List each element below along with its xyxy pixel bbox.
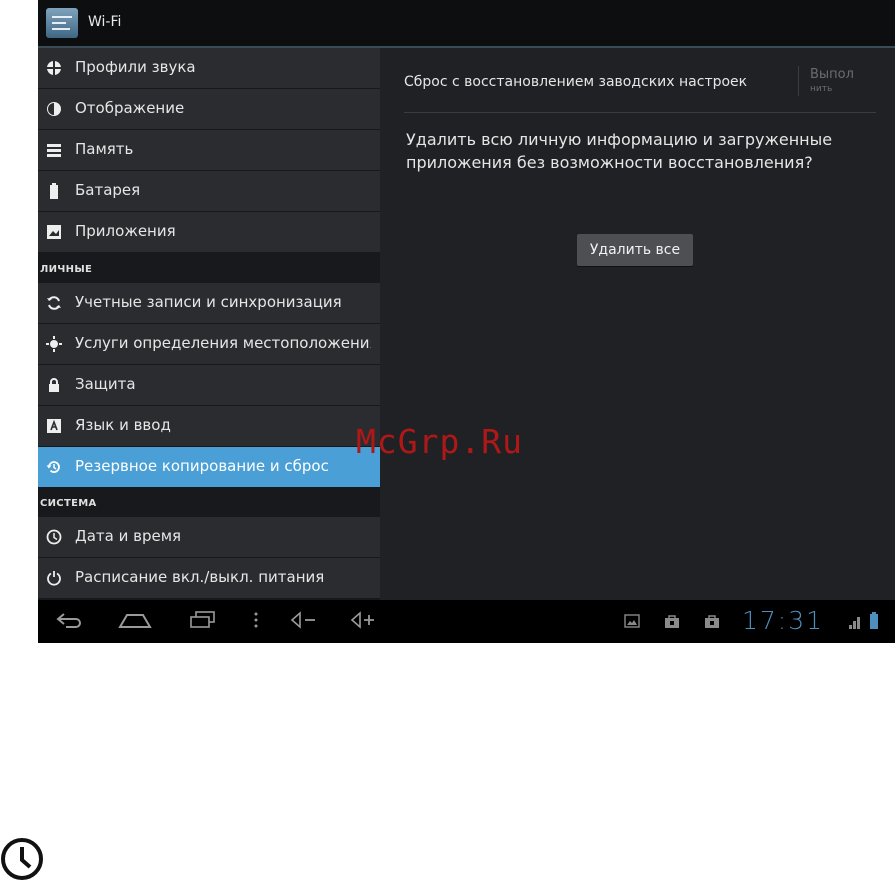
shop-notification-icon[interactable] (664, 613, 680, 629)
battery-icon (50, 183, 58, 199)
settings-item-backup-reset[interactable]: Резервное копирование и сброс (38, 447, 380, 488)
section-header-system: СИСТЕМА (40, 498, 97, 509)
action-bar-title: Wi-Fi (88, 14, 122, 30)
home-icon[interactable] (118, 610, 152, 630)
settings-item-apps[interactable]: Приложения (38, 212, 380, 253)
lock-icon (49, 378, 59, 392)
settings-item-battery[interactable]: Батарея (38, 171, 380, 212)
back-icon[interactable] (56, 610, 84, 630)
settings-item-label: Память (75, 140, 134, 158)
title-divider (404, 112, 876, 113)
action-divider (798, 66, 799, 96)
settings-item-accounts-sync[interactable]: Учетные записи и синхронизация (38, 283, 380, 324)
battery-status-icon (870, 612, 878, 629)
section-header-personal: ЛИЧНЫЕ (40, 264, 93, 275)
signal-icon (849, 617, 860, 629)
volume-up-icon[interactable] (350, 610, 378, 630)
settings-item-label: Услуги определения местоположения (75, 334, 371, 352)
storage-icon (47, 144, 61, 157)
backup-icon (46, 461, 60, 473)
settings-item-label: Резервное копирование и сброс (75, 457, 329, 475)
watermark-text: McGrp.Ru (356, 422, 523, 461)
menu-icon[interactable] (252, 610, 260, 630)
settings-item-power-schedule[interactable]: Расписание вкл./выкл. питания (38, 558, 380, 599)
settings-item-sound-profiles[interactable]: Профили звука (38, 48, 380, 89)
shop-notification-icon-2[interactable] (704, 613, 720, 629)
settings-item-display[interactable]: Отображение (38, 89, 380, 130)
settings-item-label: Дата и время (75, 527, 182, 545)
clock-icon (1, 838, 43, 880)
clock-icon (46, 529, 62, 545)
recent-apps-icon[interactable] (188, 610, 218, 630)
settings-item-date-time[interactable]: Дата и время (38, 517, 380, 558)
settings-item-label: Язык и ввод (75, 416, 171, 434)
erase-all-button[interactable]: Удалить все (577, 234, 693, 266)
settings-item-language-input[interactable]: Язык и ввод (38, 406, 380, 447)
gallery-notification-icon[interactable] (624, 613, 640, 629)
display-icon (47, 102, 61, 116)
language-icon (47, 419, 61, 433)
system-nav-bar: 17:31 (38, 600, 895, 643)
execute-action[interactable]: Выпол нить (810, 66, 860, 94)
settings-item-security[interactable]: Защита (38, 365, 380, 406)
power-schedule-icon (47, 571, 61, 586)
settings-item-label: Батарея (75, 181, 141, 199)
detail-pane: Сброс с восстановлением заводских настро… (380, 48, 895, 600)
tablet-screen: Wi-Fi Профили звука Отображение Память Б… (38, 0, 895, 643)
sound-profile-icon (47, 61, 61, 75)
settings-item-label: Расписание вкл./выкл. питания (75, 568, 325, 586)
settings-item-label: Защита (75, 375, 136, 393)
sync-icon (47, 296, 61, 310)
settings-list: Профили звука Отображение Память Батарея… (38, 48, 380, 600)
settings-item-label: Профили звука (75, 58, 196, 76)
action-bar: Wi-Fi (38, 0, 895, 48)
settings-item-storage[interactable]: Память (38, 130, 380, 171)
settings-item-label: Учетные записи и синхронизация (75, 293, 342, 311)
execute-action-label: Выпол (810, 67, 854, 82)
apps-icon (47, 225, 61, 239)
volume-down-icon[interactable] (290, 610, 318, 630)
settings-item-label: Отображение (75, 99, 185, 117)
location-icon (46, 336, 62, 352)
settings-item-location[interactable]: Услуги определения местоположения (38, 324, 380, 365)
execute-action-label-line2: нить (810, 84, 833, 94)
reset-warning-message: Удалить всю личную информацию и загружен… (406, 130, 833, 172)
settings-item-label: Приложения (75, 222, 176, 240)
status-clock: 17:31 (742, 606, 825, 635)
factory-reset-title: Сброс с восстановлением заводских настро… (404, 74, 748, 90)
settings-app-icon[interactable] (46, 8, 78, 38)
